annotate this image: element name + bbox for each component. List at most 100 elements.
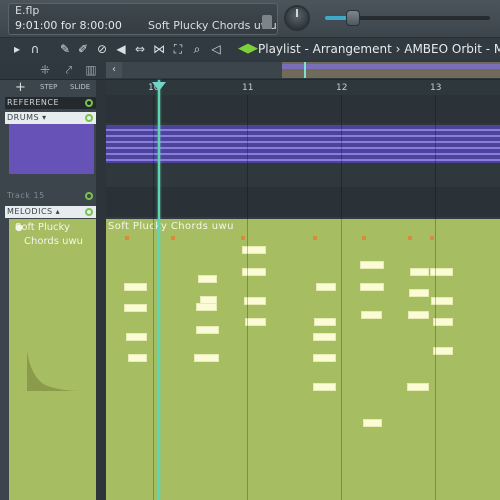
zoom-icon[interactable]: ⌕ bbox=[190, 41, 204, 57]
track15-lane bbox=[106, 187, 500, 217]
drum-pattern-line bbox=[106, 159, 500, 161]
drums-clip[interactable] bbox=[106, 125, 500, 163]
midi-note[interactable] bbox=[360, 283, 384, 291]
playlist-play-icon[interactable]: ◀▶ bbox=[238, 41, 258, 57]
track-reference-header[interactable]: REFERENCE bbox=[5, 97, 96, 109]
pencil-icon[interactable]: ✎ bbox=[58, 41, 72, 57]
overview-clip-top bbox=[282, 64, 500, 69]
midi-note[interactable] bbox=[408, 311, 429, 319]
playlist-title: Playlist - Arrangement › AMBEO Orbit - M… bbox=[258, 42, 500, 56]
select-icon[interactable]: ⛶ bbox=[171, 41, 185, 57]
track-drums-mute-icon[interactable] bbox=[85, 114, 93, 122]
melodics-clip-label: Soft Plucky Chords uwu bbox=[108, 221, 234, 232]
track-select-strip bbox=[96, 80, 106, 500]
track-15-name: Track 15 bbox=[7, 191, 45, 200]
midi-note[interactable] bbox=[126, 333, 147, 341]
melodics-clip[interactable]: Soft Plucky Chords uwu bbox=[106, 219, 500, 500]
clip-info-icon: ● bbox=[15, 223, 23, 233]
drum-pattern-line bbox=[106, 141, 500, 143]
drum-pattern-line bbox=[106, 129, 500, 131]
project-time: 9:01:00 for 8:00:00 bbox=[15, 19, 122, 32]
midi-note[interactable] bbox=[410, 268, 429, 276]
master-pitch-knob[interactable] bbox=[284, 5, 310, 31]
clip-marker bbox=[241, 236, 245, 240]
scroll-left-button[interactable]: ‹ bbox=[106, 62, 122, 78]
project-filename: E.flp bbox=[15, 4, 40, 17]
bar-gridline bbox=[153, 95, 154, 500]
midi-note[interactable] bbox=[360, 261, 384, 269]
clip-marker bbox=[362, 236, 366, 240]
track-melodics-header[interactable]: MELODICS ▴ bbox=[5, 206, 96, 218]
track-15-mute-icon[interactable] bbox=[85, 192, 93, 200]
magnet-icon[interactable]: ∩ bbox=[28, 41, 42, 57]
ruler-tick: 13 bbox=[430, 83, 442, 93]
midi-note[interactable] bbox=[313, 333, 336, 341]
bar-gridline bbox=[341, 95, 342, 500]
midi-note[interactable] bbox=[409, 289, 429, 297]
midi-note[interactable] bbox=[242, 246, 266, 254]
drum-pattern-line bbox=[106, 147, 500, 149]
track-reference-mute-icon[interactable] bbox=[85, 99, 93, 107]
track-drums-header[interactable]: DRUMS ▾ bbox=[5, 112, 96, 124]
midi-note[interactable] bbox=[430, 268, 453, 276]
midi-note[interactable] bbox=[433, 318, 453, 326]
step-toggle[interactable]: STEP bbox=[40, 83, 57, 91]
playhead-marker-icon[interactable] bbox=[152, 82, 166, 91]
mute-icon[interactable]: ◀ bbox=[114, 41, 128, 57]
clip-marker bbox=[313, 236, 317, 240]
midi-note[interactable] bbox=[194, 354, 219, 362]
ruler-tick: 11 bbox=[242, 83, 254, 93]
track-melodics-mute-icon[interactable] bbox=[85, 208, 93, 216]
piano-tool-icon[interactable]: ▥ bbox=[84, 62, 98, 78]
drum-pattern-line bbox=[106, 135, 500, 137]
midi-note[interactable] bbox=[245, 318, 266, 326]
melodics-clip-title-line1: Soft Plucky bbox=[15, 222, 70, 233]
clip-marker bbox=[171, 236, 175, 240]
midi-note[interactable] bbox=[361, 311, 382, 319]
menu-arrow-icon[interactable]: ▸ bbox=[10, 41, 24, 57]
playhead-line[interactable] bbox=[158, 80, 160, 500]
melodics-clip-title-line2: Chords uwu bbox=[24, 236, 83, 247]
midi-note[interactable] bbox=[124, 283, 147, 291]
bar-gridline bbox=[247, 95, 248, 500]
slip-icon[interactable]: ⇔ bbox=[133, 41, 147, 57]
midi-note[interactable] bbox=[433, 347, 453, 355]
midi-note[interactable] bbox=[313, 383, 336, 391]
slide-toggle[interactable]: SLIDE bbox=[70, 83, 90, 91]
track-header-column: + STEP SLIDE REFERENCE DRUMS ▾ Track 15 … bbox=[0, 80, 96, 500]
envelope-preview-icon bbox=[27, 351, 80, 391]
track-reference-name: REFERENCE bbox=[7, 98, 60, 107]
clip-marker bbox=[125, 236, 129, 240]
midi-note[interactable] bbox=[313, 354, 336, 362]
overview-playhead bbox=[304, 62, 306, 78]
track-drums-color[interactable] bbox=[9, 124, 94, 174]
snap-tool-icon[interactable]: ⁜ bbox=[38, 62, 52, 78]
song-overview[interactable] bbox=[122, 62, 500, 78]
midi-note[interactable] bbox=[407, 383, 429, 391]
add-track-button[interactable]: + bbox=[15, 80, 26, 95]
hint-title: Soft Plucky Chords uwu bbox=[148, 19, 277, 32]
clip-marker bbox=[430, 236, 434, 240]
playback-icon[interactable]: ◁ bbox=[209, 41, 223, 57]
midi-note[interactable] bbox=[242, 268, 266, 276]
midi-note[interactable] bbox=[316, 283, 336, 291]
slice-icon[interactable]: ⋈ bbox=[152, 41, 166, 57]
delete-icon[interactable]: ⊘ bbox=[95, 41, 109, 57]
midi-note[interactable] bbox=[314, 318, 336, 326]
track-melodics-name: MELODICS ▴ bbox=[7, 207, 61, 216]
midi-note[interactable] bbox=[196, 326, 219, 334]
arrangement-area[interactable]: Soft Plucky Chords uwu bbox=[106, 95, 500, 500]
paint-brush-icon[interactable]: ✐ bbox=[76, 41, 90, 57]
midi-note[interactable] bbox=[124, 304, 147, 312]
midi-note[interactable] bbox=[128, 354, 147, 362]
master-volume-handle[interactable] bbox=[346, 10, 360, 26]
drum-pattern-line bbox=[106, 153, 500, 155]
hint-lock-icon bbox=[262, 15, 272, 29]
midi-note[interactable] bbox=[196, 303, 217, 311]
curve-tool-icon[interactable]: ⤤ bbox=[62, 62, 76, 78]
track-15-header[interactable]: Track 15 bbox=[5, 190, 96, 202]
midi-note[interactable] bbox=[363, 419, 382, 427]
track-drums-name: DRUMS ▾ bbox=[7, 113, 47, 122]
clip-marker bbox=[408, 236, 412, 240]
midi-note[interactable] bbox=[198, 275, 217, 283]
